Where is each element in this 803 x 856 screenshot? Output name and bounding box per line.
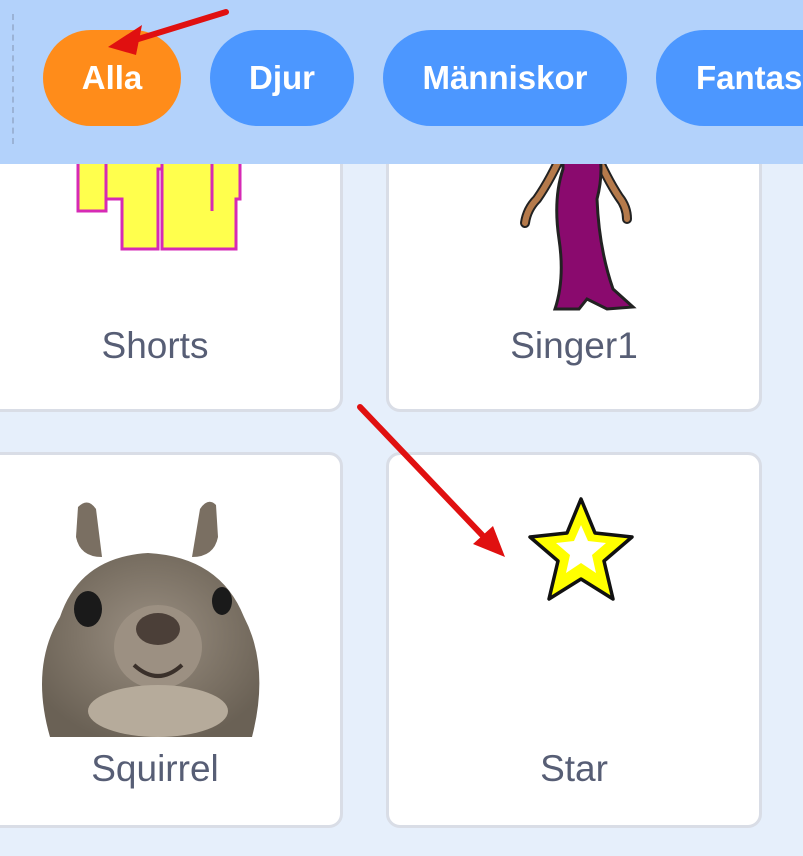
squirrel-icon (42, 501, 260, 737)
category-fantasy-button[interactable]: Fantas (656, 30, 803, 126)
category-all-button[interactable]: Alla (43, 30, 181, 126)
star-icon (528, 497, 634, 601)
sprite-name: Shorts (101, 325, 209, 366)
category-bar: Alla Djur Människor Fantas (0, 0, 803, 164)
category-people-button[interactable]: Människor (383, 30, 627, 126)
sprite-name: Star (540, 748, 608, 789)
singer-icon (520, 139, 637, 311)
sprite-card-star[interactable]: Star (386, 452, 762, 828)
sprite-card-squirrel[interactable]: Squirrel (0, 452, 343, 828)
sprite-name: Squirrel (91, 748, 219, 789)
drag-handle-divider (12, 14, 14, 144)
category-animals-button[interactable]: Djur (210, 30, 354, 126)
sprite-name: Singer1 (510, 325, 638, 366)
